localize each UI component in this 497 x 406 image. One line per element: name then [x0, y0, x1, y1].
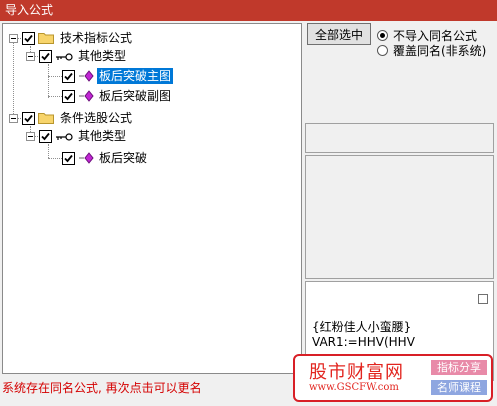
folder-icon [38, 112, 54, 124]
checkbox[interactable] [39, 129, 52, 143]
tree-connector [48, 76, 62, 77]
radio-label: 覆盖同名(非系统) [393, 44, 487, 58]
tree-node-label: 其他类型 [78, 49, 127, 63]
formula-diamond-icon [78, 90, 94, 102]
description-box [305, 155, 494, 279]
window-title: 导入公式 [5, 3, 54, 17]
formula-preview-text: {红粉佳人小蛮腰} VAR1:=HHV(HHV [312, 320, 415, 350]
formula-line: VAR1:=HHV(HHV [312, 335, 415, 349]
tree-connector [48, 96, 62, 97]
tree-node-breakout-sub[interactable]: 板后突破副图 [62, 87, 173, 105]
tree-node-stock-screening[interactable]: 条件选股公式 [9, 109, 134, 127]
checkbox[interactable] [62, 151, 75, 165]
radio-overwrite-duplicates[interactable]: 覆盖同名(非系统) [377, 42, 486, 59]
import-formula-dialog: 技术指标公式 其他类型 板后突破主图 板后突破副图 条件选股公式 其他类型 板后… [0, 21, 497, 406]
tree-node-label: 板后突破主图 [97, 68, 174, 84]
folder-icon [38, 32, 54, 44]
tree-connector [48, 158, 62, 159]
status-message: 系统存在同名公式, 再次点击可以更名 [2, 381, 202, 395]
formula-diamond-icon [78, 70, 94, 82]
key-icon [55, 51, 73, 61]
import-options-panel: 全部选中 不导入同名公式 覆盖同名(非系统) {红粉佳人小蛮腰} VAR1:=H… [305, 21, 497, 381]
tree-node-other-types[interactable]: 其他类型 [26, 47, 128, 65]
collapse-toggle[interactable] [9, 113, 18, 123]
tree-node-breakout[interactable]: 板后突破 [62, 149, 149, 167]
key-icon [55, 131, 73, 141]
checkbox[interactable] [62, 69, 75, 83]
checkbox[interactable] [62, 89, 75, 103]
tree-node-breakout-main[interactable]: 板后突破主图 [62, 67, 174, 85]
formula-line: {红粉佳人小蛮腰} [312, 320, 412, 334]
radio-button[interactable] [377, 45, 388, 56]
tree-node-other-types-2[interactable]: 其他类型 [26, 127, 128, 145]
tree-node-label: 条件选股公式 [60, 111, 133, 125]
watermark-logo: 股市财富网 www.GSCFW.com 指标分享 名师课程 [293, 354, 493, 402]
formula-diamond-icon [78, 152, 94, 164]
collapse-toggle[interactable] [26, 51, 35, 61]
tree-node-tech-indicator[interactable]: 技术指标公式 [9, 29, 134, 47]
tree-node-label: 板后突破 [99, 151, 148, 165]
name-field-box [305, 123, 494, 153]
watermark-tag: 指标分享 [431, 360, 487, 375]
tree-node-label: 其他类型 [78, 129, 127, 143]
collapse-toggle[interactable] [9, 33, 18, 43]
tree-connector [48, 144, 49, 158]
formula-tree[interactable]: 技术指标公式 其他类型 板后突破主图 板后突破副图 条件选股公式 其他类型 板后… [2, 23, 302, 374]
tree-node-label: 板后突破副图 [99, 89, 172, 103]
checkbox[interactable] [39, 49, 52, 63]
radio-button[interactable] [377, 30, 388, 41]
select-all-button[interactable]: 全部选中 [307, 23, 371, 45]
watermark-url: www.GSCFW.com [309, 382, 399, 393]
tree-node-label: 技术指标公式 [60, 31, 133, 45]
watermark-brand: 股市财富网 [309, 362, 404, 383]
checkbox[interactable] [22, 31, 35, 45]
preview-checkbox[interactable] [478, 294, 488, 304]
watermark-tag: 名师课程 [431, 380, 487, 395]
checkbox[interactable] [22, 111, 35, 125]
window-title-bar: 导入公式 [0, 0, 497, 21]
collapse-toggle[interactable] [26, 131, 35, 141]
tree-connector [48, 64, 49, 98]
